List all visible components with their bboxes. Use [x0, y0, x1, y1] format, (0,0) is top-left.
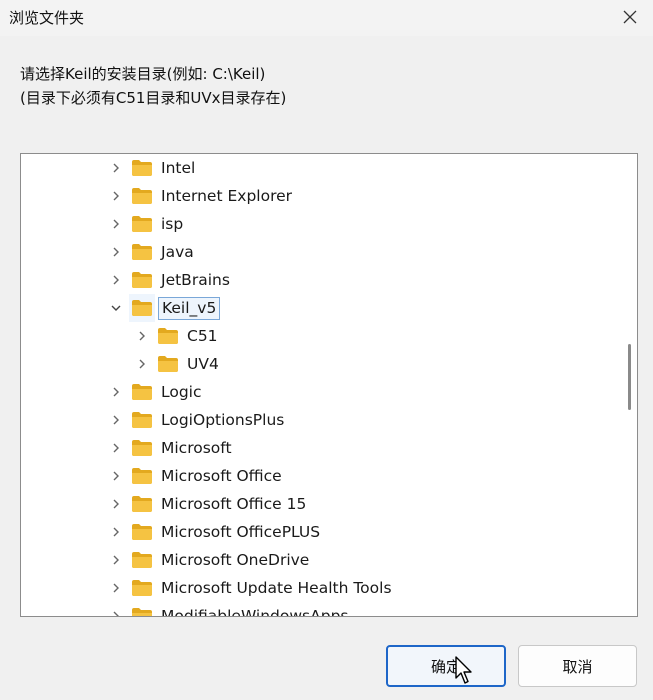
tree-item[interactable]: ModifiableWindowsApps [103, 602, 352, 617]
tree-item[interactable]: Java [103, 238, 197, 266]
folder-icon [129, 574, 155, 602]
tree-item[interactable]: UV4 [129, 350, 222, 378]
folder-icon [129, 266, 155, 294]
tree-item[interactable]: Internet Explorer [103, 182, 295, 210]
chevron-right-icon[interactable] [103, 182, 129, 210]
tree-item-label: Microsoft [161, 438, 232, 457]
tree-item[interactable]: Microsoft Office 15 [103, 490, 309, 518]
tree-item-label: Microsoft OneDrive [161, 550, 310, 569]
chevron-right-icon[interactable] [103, 406, 129, 434]
tree-item[interactable]: Intel [103, 154, 198, 182]
chevron-right-icon[interactable] [103, 518, 129, 546]
chevron-right-icon[interactable] [103, 266, 129, 294]
folder-icon [129, 406, 155, 434]
chevron-right-icon[interactable] [103, 602, 129, 616]
close-button[interactable] [607, 0, 653, 34]
tree-item-label: Internet Explorer [161, 186, 293, 205]
tree-item[interactable]: JetBrains [103, 266, 233, 294]
tree-item[interactable]: C51 [129, 322, 221, 350]
vertical-scrollbar-thumb[interactable] [628, 344, 631, 410]
folder-icon [129, 462, 155, 490]
tree-item-label: C51 [187, 326, 218, 345]
tree-item-label: Keil_v5 [158, 296, 221, 320]
tree-item[interactable]: Microsoft Office [103, 462, 285, 490]
instruction-text: 请选择Keil的安装目录(例如: C:\Keil) (目录下必须有C51目录和U… [20, 62, 286, 110]
window-title: 浏览文件夹 [9, 9, 85, 27]
folder-icon [129, 294, 155, 322]
chevron-right-icon[interactable] [103, 378, 129, 406]
chevron-right-icon[interactable] [103, 546, 129, 574]
tree-item-label: Microsoft Office [161, 466, 282, 485]
instruction-line-1: 请选择Keil的安装目录(例如: C:\Keil) [20, 65, 266, 83]
tree-item[interactable]: Microsoft OfficePLUS [103, 518, 323, 546]
tree-item-label: Intel [161, 158, 196, 177]
title-bar: 浏览文件夹 [0, 0, 653, 36]
tree-item-label: ModifiableWindowsApps [161, 606, 349, 617]
tree-item-label: Microsoft Update Health Tools [161, 578, 392, 597]
tree-item-label: JetBrains [161, 270, 230, 289]
tree-item-label: UV4 [187, 354, 219, 373]
folder-icon [129, 602, 155, 616]
ok-button[interactable]: 确定 [386, 645, 506, 687]
folder-icon [129, 546, 155, 574]
chevron-right-icon[interactable] [103, 490, 129, 518]
folder-icon [129, 434, 155, 462]
chevron-down-icon[interactable] [103, 294, 129, 322]
folder-icon [129, 182, 155, 210]
chevron-right-icon[interactable] [129, 322, 155, 350]
folder-tree[interactable]: Intel Internet Explorer isp Java JetBrains Ke… [20, 153, 638, 617]
folder-icon [129, 378, 155, 406]
tree-item-label: isp [161, 214, 184, 233]
folder-icon [129, 238, 155, 266]
cancel-button[interactable]: 取消 [518, 645, 637, 687]
tree-item-label: Microsoft OfficePLUS [161, 522, 321, 541]
tree-item-label: Microsoft Office 15 [161, 494, 307, 513]
chevron-right-icon[interactable] [103, 154, 129, 182]
chevron-right-icon[interactable] [103, 574, 129, 602]
folder-icon [129, 210, 155, 238]
mouse-cursor-icon [455, 656, 472, 684]
chevron-right-icon[interactable] [103, 238, 129, 266]
tree-item[interactable]: Microsoft [103, 434, 235, 462]
chevron-right-icon[interactable] [129, 350, 155, 378]
tree-item[interactable]: LogiOptionsPlus [103, 406, 287, 434]
tree-item[interactable]: Microsoft OneDrive [103, 546, 312, 574]
tree-item-label: Java [161, 242, 194, 261]
tree-item[interactable]: Keil_v5 [103, 294, 221, 322]
folder-icon [129, 154, 155, 182]
chevron-right-icon[interactable] [103, 210, 129, 238]
chevron-right-icon[interactable] [103, 462, 129, 490]
tree-item[interactable]: Logic [103, 378, 205, 406]
tree-item[interactable]: isp [103, 210, 186, 238]
tree-item-label: LogiOptionsPlus [161, 410, 285, 429]
folder-icon [129, 518, 155, 546]
close-icon [623, 10, 637, 24]
chevron-right-icon[interactable] [103, 434, 129, 462]
tree-item-label: Logic [161, 382, 202, 401]
instruction-line-2: (目录下必须有C51目录和UVx目录存在) [20, 89, 287, 107]
tree-item[interactable]: Microsoft Update Health Tools [103, 574, 395, 602]
folder-icon [129, 490, 155, 518]
folder-icon [155, 322, 181, 350]
folder-icon [155, 350, 181, 378]
